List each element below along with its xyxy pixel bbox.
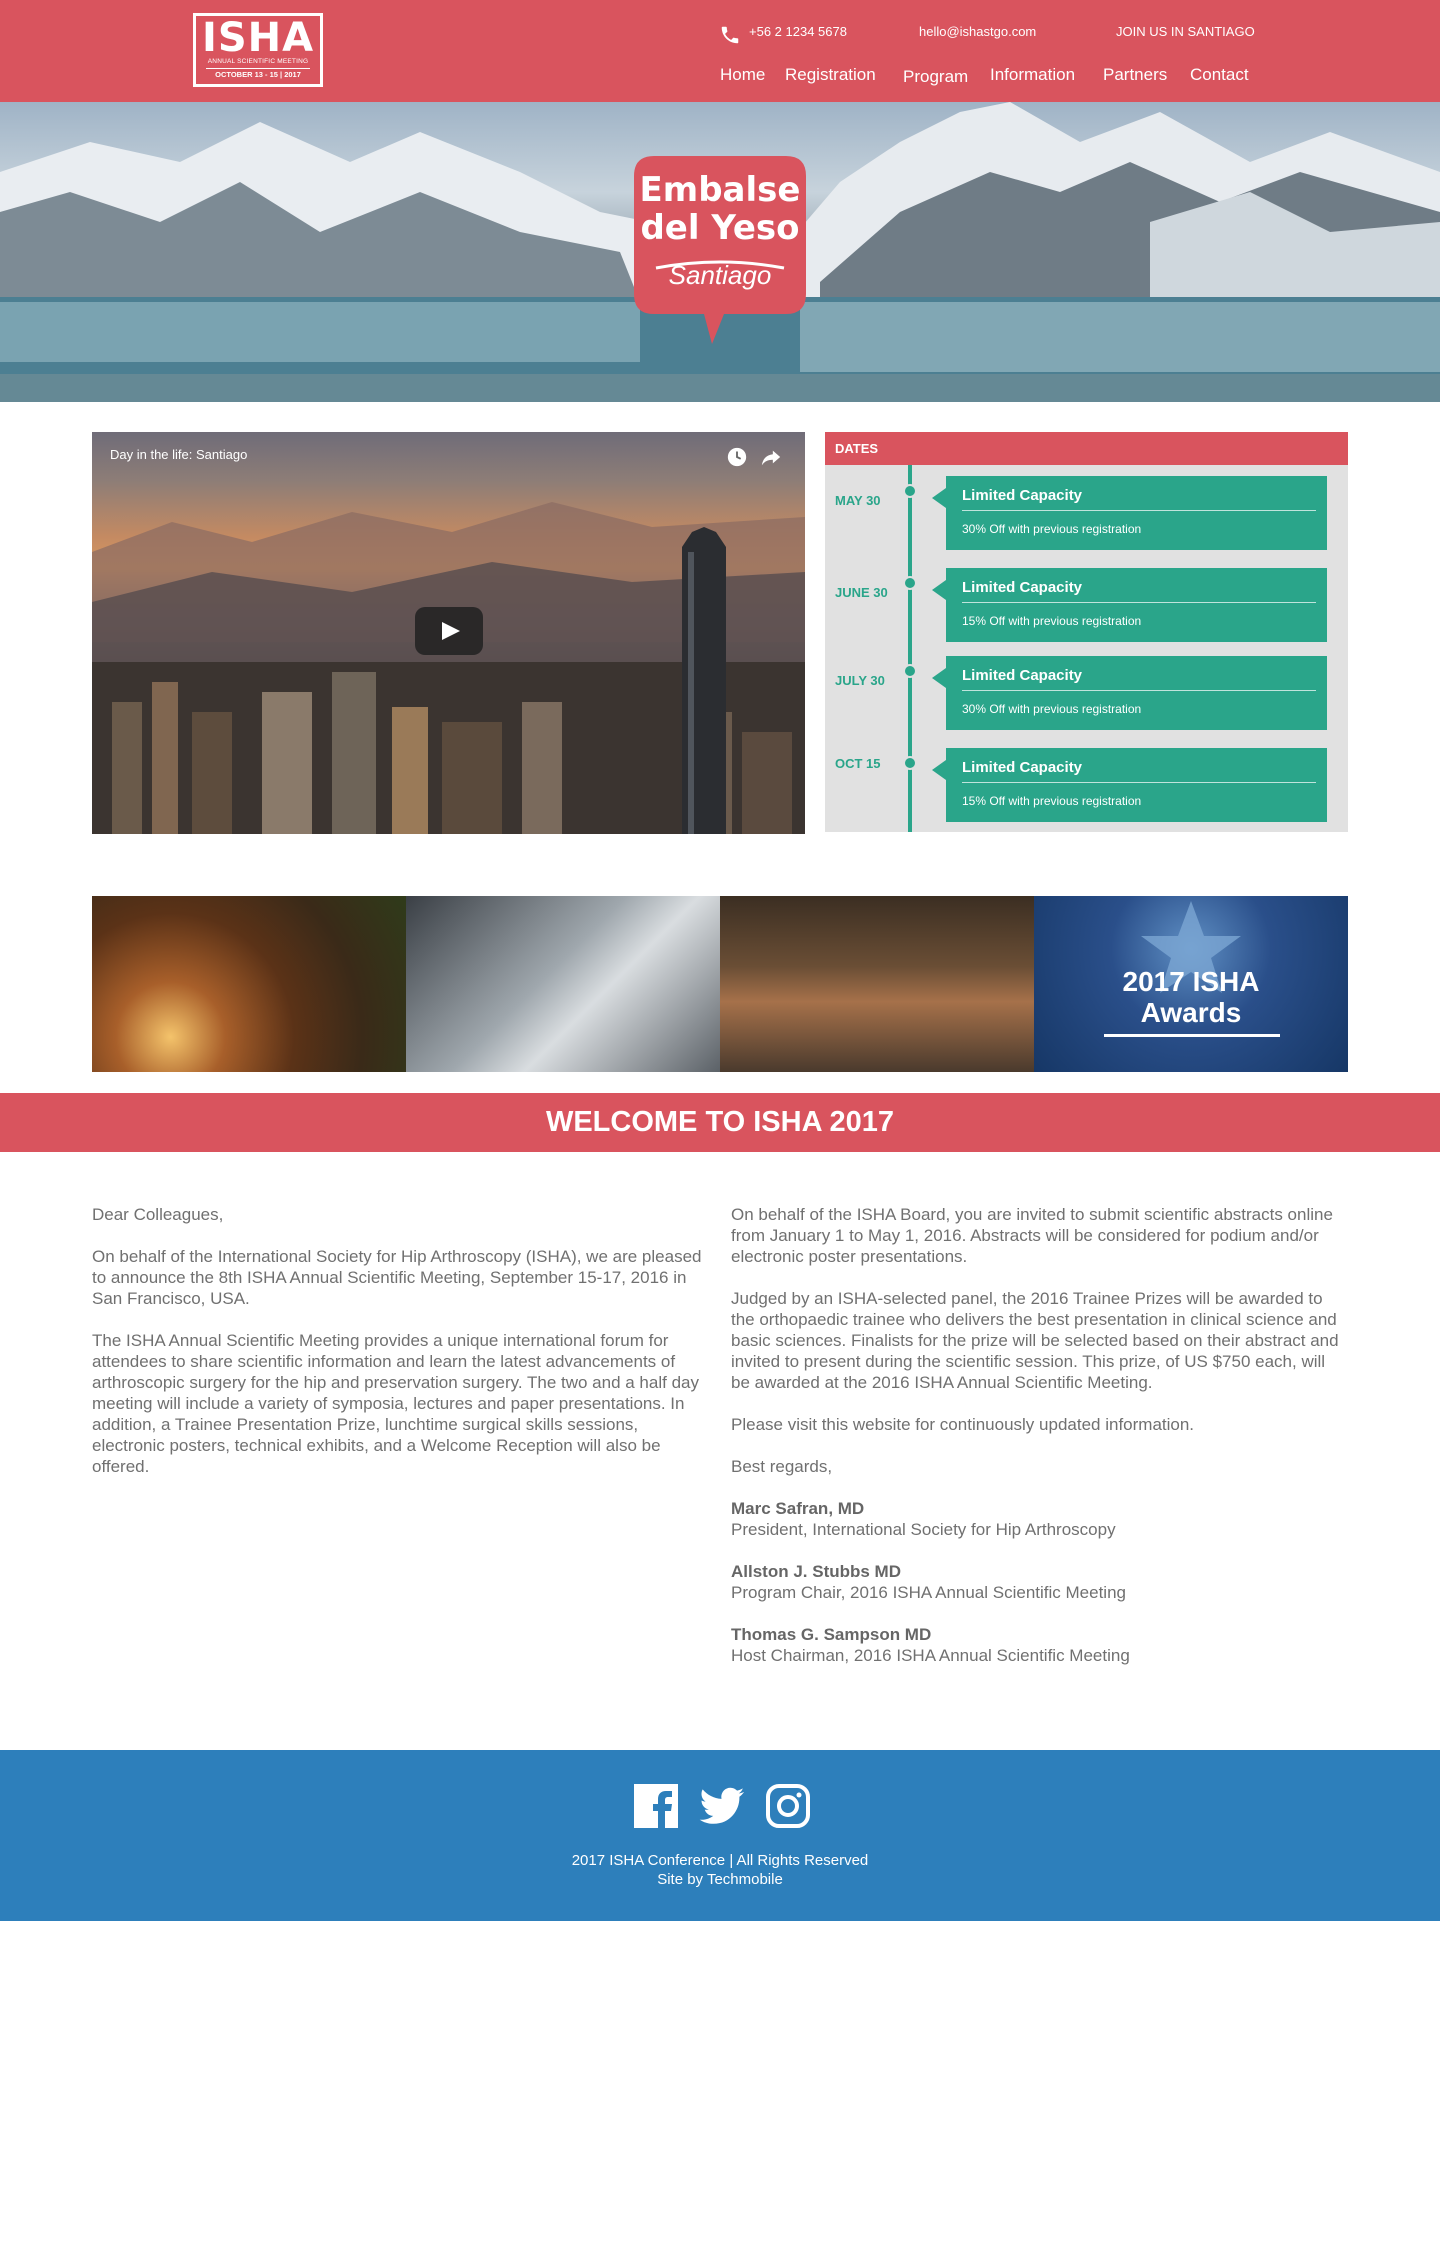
timeline-dot — [903, 756, 917, 770]
badge-text: Embalse del Yeso Santiago — [634, 156, 806, 344]
signature-name: Allston J. Stubbs MD — [731, 1562, 901, 1581]
nav-home[interactable]: Home — [720, 62, 765, 88]
site-header: ISHA ANNUAL SCIENTIFIC MEETING OCTOBER 1… — [0, 0, 1440, 102]
logo-subtitle: ANNUAL SCIENTIFIC MEETING — [207, 58, 309, 65]
join-link[interactable]: JOIN US IN SANTIAGO — [1116, 22, 1255, 42]
paragraph: On behalf of the International Society f… — [92, 1247, 702, 1308]
paragraph: The ISHA Annual Scientific Meeting provi… — [92, 1331, 699, 1476]
date-card-desc: 15% Off with previous registration — [962, 614, 1142, 628]
date-card: Limited Capacity 30% Off with previous r… — [932, 656, 1327, 730]
signature: Allston J. Stubbs MD Program Chair, 2016… — [731, 1561, 1343, 1603]
date-label: OCT 15 — [835, 756, 881, 771]
timeline-dot — [903, 484, 917, 498]
site-credit[interactable]: Site by Techmobile — [0, 1870, 1440, 1889]
date-card-desc: 30% Off with previous registration — [962, 702, 1142, 716]
date-card-desc: 15% Off with previous registration — [962, 794, 1142, 808]
awards-line-2: Awards — [1140, 997, 1242, 1028]
date-card-title: Limited Capacity — [962, 759, 1083, 776]
welcome-title: WELCOME TO ISHA 2017 — [545, 1106, 895, 1138]
welcome-right-column: On behalf of the ISHA Board, you are inv… — [731, 1204, 1343, 1687]
signature: Thomas G. Sampson MD Host Chairman, 2016… — [731, 1624, 1343, 1666]
date-label: JULY 30 — [835, 673, 885, 688]
badge-line-1: Embalse — [639, 170, 801, 210]
isha-logo[interactable]: ISHA ANNUAL SCIENTIFIC MEETING OCTOBER 1… — [193, 13, 323, 87]
paragraph: Dear Colleagues, — [92, 1205, 224, 1224]
video-title: Day in the life: Santiago — [110, 447, 248, 462]
welcome-banner: WELCOME TO ISHA 2017 — [0, 1093, 1440, 1152]
date-card-desc: 30% Off with previous registration — [962, 522, 1142, 536]
badge-line-2: del Yeso — [640, 208, 800, 248]
nav-contact[interactable]: Contact — [1190, 62, 1249, 88]
signature-name: Marc Safran, MD — [731, 1499, 865, 1518]
divider — [962, 782, 1316, 783]
phone-number[interactable]: +56 2 1234 5678 — [749, 22, 847, 42]
email-link[interactable]: hello@ishastgo.com — [919, 22, 1036, 42]
paragraph: On behalf of the ISHA Board, you are inv… — [731, 1205, 1333, 1266]
site-footer: 2017 ISHA Conference | All Rights Reserv… — [0, 1750, 1440, 1921]
date-label: MAY 30 — [835, 493, 881, 508]
dates-panel: DATES MAY 30 Limited Capacity 30% Off wi… — [825, 432, 1348, 832]
divider — [962, 602, 1316, 603]
nav-information[interactable]: Information — [990, 62, 1075, 88]
paragraph: Please visit this website for continuous… — [731, 1415, 1195, 1434]
signature-name: Thomas G. Sampson MD — [731, 1625, 932, 1644]
dates-heading: DATES — [825, 432, 1348, 465]
date-card-title: Limited Capacity — [962, 579, 1083, 596]
date-card: Limited Capacity 15% Off with previous r… — [932, 568, 1327, 642]
copyright-text: 2017 ISHA Conference | All Rights Reserv… — [571, 1852, 869, 1869]
divider — [962, 690, 1316, 691]
logo-dates: OCTOBER 13 - 15 | 2017 — [206, 68, 310, 80]
awards-tile[interactable]: 2017 ISHA Awards — [1034, 896, 1348, 1072]
signature-role: Program Chair, 2016 ISHA Annual Scientif… — [731, 1583, 1126, 1602]
instagram-icon[interactable] — [764, 1782, 812, 1830]
auditorium-photo[interactable] — [720, 896, 1034, 1072]
timeline-dot — [903, 576, 917, 590]
twitter-icon[interactable] — [698, 1782, 746, 1830]
nav-registration[interactable]: Registration — [785, 62, 876, 88]
logo-title: ISHA — [201, 15, 315, 61]
awards-line-1: 2017 ISHA — [1122, 966, 1260, 997]
nav-program[interactable]: Program — [903, 64, 968, 90]
awards-title: 2017 ISHA Awards — [1034, 966, 1348, 1028]
play-button[interactable] — [415, 607, 483, 655]
date-label: JUNE 30 — [835, 585, 888, 600]
welcome-left-column: Dear Colleagues, On behalf of the Intern… — [92, 1204, 704, 1498]
date-card: Limited Capacity 15% Off with previous r… — [932, 748, 1327, 822]
video-player[interactable]: Day in the life: Santiago — [92, 432, 805, 834]
divider — [1104, 1034, 1280, 1037]
share-icon[interactable] — [760, 446, 782, 468]
badge-line-3: Santiago — [668, 260, 772, 290]
signature: Marc Safran, MD President, International… — [731, 1498, 1343, 1540]
timeline-dot — [903, 664, 917, 678]
date-card: Limited Capacity 30% Off with previous r… — [932, 476, 1327, 550]
watch-later-icon[interactable] — [726, 446, 748, 468]
restaurant-photo[interactable] — [92, 896, 406, 1072]
hero-banner: Embalse del Yeso Santiago — [0, 102, 1440, 402]
phone-icon — [721, 26, 739, 44]
paragraph: Judged by an ISHA-selected panel, the 20… — [731, 1289, 1339, 1392]
facebook-icon[interactable] — [632, 1782, 680, 1830]
signature-role: Host Chairman, 2016 ISHA Annual Scientif… — [731, 1646, 1130, 1665]
nav-partners[interactable]: Partners — [1103, 62, 1167, 88]
date-card-title: Limited Capacity — [962, 667, 1083, 684]
gallery-strip: 2017 ISHA Awards — [92, 896, 1348, 1072]
divider — [962, 510, 1316, 511]
date-card-title: Limited Capacity — [962, 487, 1083, 504]
paragraph: Best regards, — [731, 1457, 833, 1476]
signature-role: President, International Society for Hip… — [731, 1520, 1116, 1539]
timeline-line — [908, 465, 912, 832]
laptop-phone-photo[interactable] — [406, 896, 720, 1072]
